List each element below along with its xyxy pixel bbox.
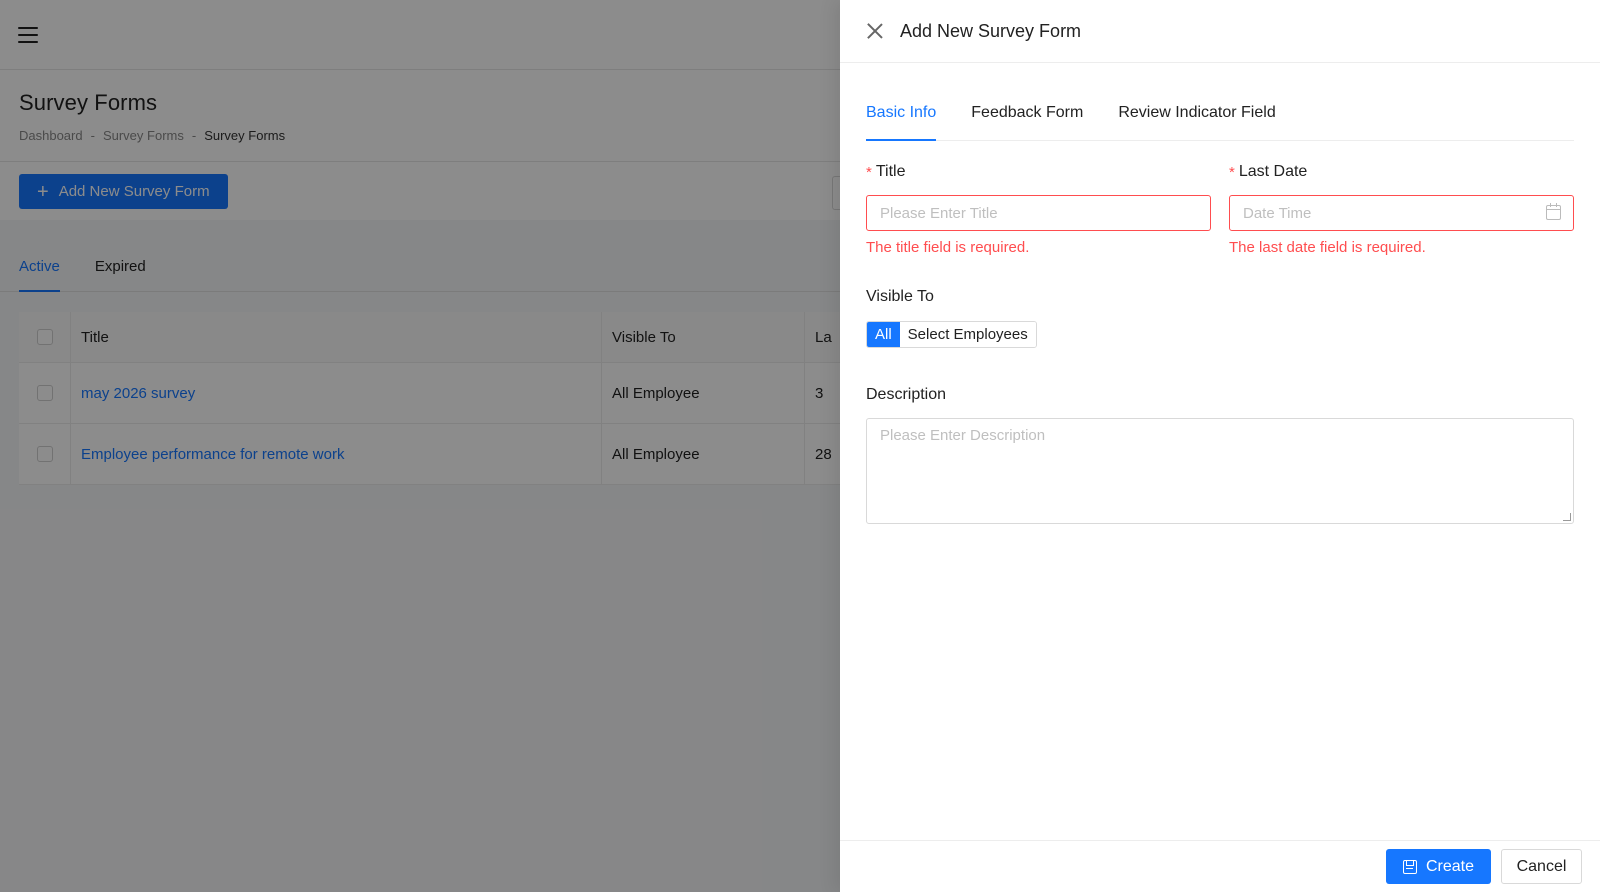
drawer-footer: Create Cancel: [840, 840, 1600, 892]
drawer-body: Basic Info Feedback Form Review Indicato…: [840, 63, 1600, 524]
title-label: * Title: [866, 161, 1211, 183]
create-button[interactable]: Create: [1386, 849, 1491, 884]
save-icon: [1402, 859, 1417, 874]
description-group: Description Please Enter Description: [866, 384, 1574, 524]
drawer-title: Add New Survey Form: [900, 20, 1082, 41]
drawer-header: Add New Survey Form: [840, 0, 1600, 63]
title-field-group: * Title Please Enter Title The title fie…: [866, 161, 1211, 256]
title-label-text: Title: [875, 163, 906, 180]
title-input[interactable]: Please Enter Title: [866, 195, 1211, 231]
title-date-row: * Title Please Enter Title The title fie…: [866, 161, 1574, 256]
visible-to-group: Visible To All Select Employees: [866, 286, 1574, 348]
last-date-error: The last date field is required.: [1229, 239, 1426, 256]
required-mark: *: [1229, 163, 1235, 181]
create-label: Create: [1425, 857, 1475, 875]
description-placeholder: Please Enter Description: [880, 427, 1046, 444]
description-label: Description: [866, 386, 947, 403]
visible-to-label: Visible To: [866, 288, 934, 305]
cancel-button[interactable]: Cancel: [1501, 849, 1582, 884]
visible-to-all-option[interactable]: All: [867, 322, 900, 347]
required-mark: *: [866, 163, 872, 181]
last-date-field-group: * Last Date Date Time The last date fiel…: [1229, 161, 1574, 256]
description-textarea[interactable]: Please Enter Description: [866, 418, 1574, 524]
resize-handle[interactable]: [1563, 513, 1571, 521]
visible-to-segmented: All Select Employees: [866, 321, 1037, 348]
last-date-label: * Last Date: [1229, 161, 1574, 183]
tab-basic-info[interactable]: Basic Info: [866, 104, 937, 141]
add-survey-drawer: Add New Survey Form Basic Info Feedback …: [840, 0, 1600, 892]
title-input-placeholder: Please Enter Title: [880, 204, 998, 222]
visible-to-select-employees-option[interactable]: Select Employees: [899, 322, 1036, 347]
last-date-input[interactable]: Date Time: [1229, 195, 1574, 231]
tab-review-indicator-field[interactable]: Review Indicator Field: [1118, 104, 1275, 140]
calendar-icon[interactable]: [1546, 203, 1561, 220]
tab-feedback-form[interactable]: Feedback Form: [971, 104, 1083, 140]
title-error: The title field is required.: [866, 239, 1030, 256]
drawer-tabs: Basic Info Feedback Form Review Indicato…: [866, 63, 1574, 141]
close-icon[interactable]: [866, 22, 884, 40]
last-date-label-text: Last Date: [1238, 163, 1308, 180]
last-date-placeholder: Date Time: [1243, 204, 1312, 222]
